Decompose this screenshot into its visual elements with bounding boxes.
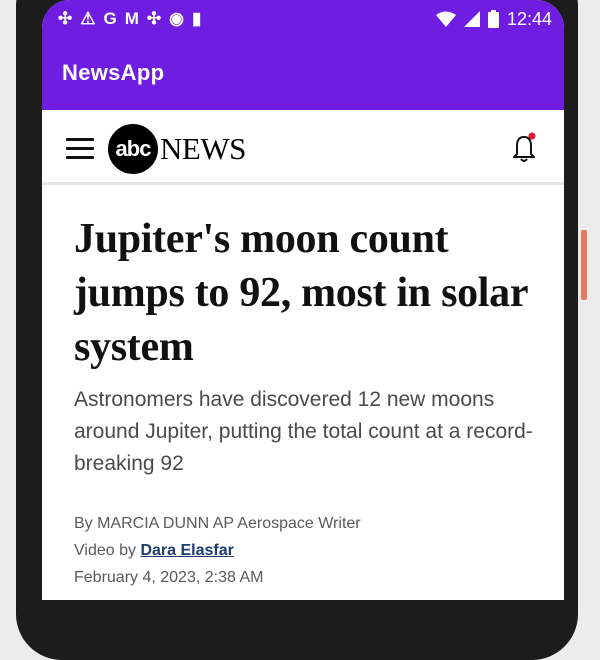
battery-icon [487,10,499,28]
side-button [581,230,587,300]
gmail-icon: M [124,9,139,28]
video-prefix: Video by [74,542,136,559]
menu-icon[interactable] [66,138,94,160]
warning-triangle-icon: ⚠ [80,9,96,28]
pinwheel-icon: ✣ [146,9,162,28]
status-system-icons: 12:44 [435,8,552,30]
byline-author: By MARCIA DUNN AP Aerospace Writer [74,515,361,532]
news-header: abc NEWS [42,116,564,185]
screen: ✣ ⚠ G M ✣ ◉ ▮ 12:44 NewsApp abc NEWS Jup… [42,0,564,600]
status-time: 12:44 [506,8,552,29]
abc-news-logo[interactable]: abc NEWS [108,124,246,174]
article-byline: By MARCIA DUNN AP Aerospace Writer Video… [74,510,534,591]
status-notification-icons: ✣ ⚠ G M ✣ ◉ ▮ [58,8,201,30]
wifi-icon [435,11,456,27]
app-title: NewsApp [62,60,165,85]
record-circle-icon: ◉ [169,9,184,28]
signal-icon [463,11,480,27]
google-g-icon: G [103,9,117,28]
abc-logo-news-text: NEWS [160,131,246,166]
byline-video: Video by Dara Elasfar [74,537,534,564]
article-subhead: Astronomers have discovered 12 new moons… [74,388,533,475]
article-date: February 4, 2023, 2:38 AM [74,569,264,586]
article-headline: Jupiter's moon count jumps to 92, most i… [74,216,528,370]
app-bar: NewsApp [42,38,564,110]
pinwheel-icon: ✣ [58,9,73,28]
sd-card-icon: ▮ [192,9,202,28]
notification-bell-icon[interactable] [510,130,540,164]
video-author-link[interactable]: Dara Elasfar [140,542,233,559]
status-bar: ✣ ⚠ G M ✣ ◉ ▮ 12:44 [42,0,564,38]
abc-logo-circle: abc [108,124,158,174]
